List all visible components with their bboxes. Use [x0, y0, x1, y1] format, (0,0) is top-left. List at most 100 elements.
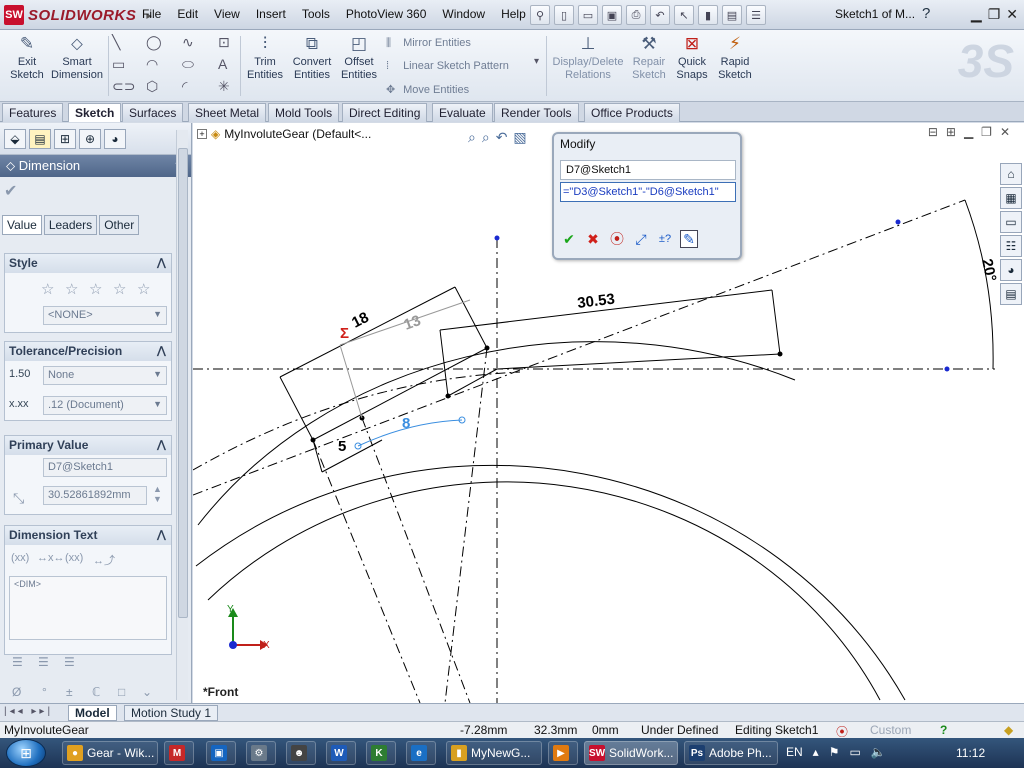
style-save-icon[interactable]: ☆: [113, 280, 126, 298]
modify-expression-input[interactable]: ="D3@Sketch1"-"D6@Sketch1": [560, 182, 736, 202]
point-icon[interactable]: ⊡: [218, 34, 230, 51]
start-button[interactable]: ⊞: [6, 739, 46, 767]
taskbar-item-chrome[interactable]: ● Gear - Wik...: [62, 741, 158, 765]
menu-file[interactable]: File: [134, 7, 169, 21]
undo-icon[interactable]: ↶: [650, 5, 670, 25]
print-icon[interactable]: ⎙: [626, 5, 646, 25]
inspection-icon[interactable]: (xx): [65, 552, 83, 564]
dimxpert-icon[interactable]: ⊕: [79, 129, 101, 149]
tab-scroll-icons[interactable]: |◂◂ ▸▸|: [4, 706, 53, 717]
diameter-symbol-icon[interactable]: Ø: [12, 685, 21, 699]
subtab-leaders[interactable]: Leaders: [43, 215, 98, 235]
tab-surfaces[interactable]: Surfaces: [122, 103, 184, 122]
align-left-icon[interactable]: ☰: [12, 655, 23, 669]
display-delete-relations-button[interactable]: ⊥ Display/Delete Relations: [552, 34, 624, 82]
zoom-area-icon[interactable]: ⌕: [482, 129, 490, 146]
more-symbols-icon[interactable]: ⌄: [142, 685, 152, 699]
mirror-entities-button[interactable]: ⫼ Mirror Entities: [386, 37, 471, 50]
tray-expand-icon[interactable]: ▴: [813, 745, 819, 759]
mark-for-drawing-icon[interactable]: ±?: [656, 230, 674, 248]
polygon-icon[interactable]: ⬡: [146, 78, 158, 95]
tile-vertical-icon[interactable]: ⊞: [946, 125, 956, 139]
arc-icon[interactable]: ◠: [146, 56, 158, 73]
dimension-text-area[interactable]: <DIM>: [9, 576, 167, 640]
circle-icon[interactable]: ◯: [146, 34, 162, 51]
tag-icon[interactable]: ◆: [1004, 723, 1013, 737]
taskbar-item-word[interactable]: W: [326, 741, 356, 765]
trim-entities-button[interactable]: ⫶ Trim Entities: [244, 34, 286, 82]
tab-office-products[interactable]: Office Products: [584, 103, 680, 122]
property-manager-icon[interactable]: ▤: [29, 129, 51, 149]
plus-minus-icon[interactable]: ±: [66, 685, 73, 699]
ok-check-icon[interactable]: ✔: [4, 181, 17, 201]
taskbar-item-media[interactable]: ▶: [548, 741, 578, 765]
taskbar-item-ie[interactable]: e: [406, 741, 436, 765]
dimension-value-field[interactable]: 30.52861892mm: [43, 486, 147, 505]
tab-mold-tools[interactable]: Mold Tools: [268, 103, 340, 122]
degree-symbol-icon[interactable]: °: [42, 685, 47, 699]
feature-tree-flyout[interactable]: + ◈ MyInvoluteGear (Default<...: [197, 127, 371, 141]
taskbar-item-app[interactable]: K: [366, 741, 396, 765]
file-explorer-icon[interactable]: ▭: [1000, 211, 1022, 233]
configuration-manager-icon[interactable]: ⊞: [54, 129, 76, 149]
center-dimension-icon[interactable]: ↔x↔: [37, 552, 65, 564]
style-add-icon[interactable]: ☆: [65, 280, 78, 298]
centerline-icon[interactable]: ✳: [218, 78, 230, 95]
scrollbar-thumb[interactable]: [178, 148, 188, 618]
tab-sketch[interactable]: Sketch: [68, 103, 122, 122]
menu-tools[interactable]: Tools: [294, 7, 338, 21]
clock[interactable]: 11:12: [956, 746, 985, 760]
spin-buttons-icon[interactable]: ▲ ▼: [153, 484, 162, 504]
offset-text-icon[interactable]: ↔⤴: [93, 552, 115, 568]
collapse-icon[interactable]: ⋀: [157, 438, 166, 451]
text-icon[interactable]: A: [218, 56, 227, 72]
taskbar-item-tool[interactable]: ⚙: [246, 741, 276, 765]
design-library-icon[interactable]: ▦: [1000, 187, 1022, 209]
style-delete-icon[interactable]: ☆: [89, 280, 102, 298]
rebuild-traffic-light-icon[interactable]: ⦿: [608, 230, 626, 248]
open-folder-icon[interactable]: ▭: [578, 5, 598, 25]
menu-window[interactable]: Window: [434, 7, 493, 21]
file-properties-icon[interactable]: ▤: [722, 5, 742, 25]
taskbar-item-gmail[interactable]: M: [164, 741, 194, 765]
cancel-x-icon[interactable]: ✖: [584, 230, 602, 248]
style-load-icon[interactable]: ☆: [137, 280, 150, 298]
tab-evaluate[interactable]: Evaluate: [432, 103, 493, 122]
collapse-icon[interactable]: ⋀: [157, 528, 166, 541]
restore-view-icon[interactable]: ❐: [981, 125, 992, 139]
move-entities-button[interactable]: ✥ Move Entities: [386, 83, 469, 96]
close-view-icon[interactable]: ✕: [1000, 125, 1010, 139]
taskbar-item-folder[interactable]: ▮ MyNewG...: [446, 741, 542, 765]
pin-icon[interactable]: ⚲: [530, 5, 550, 25]
style-select[interactable]: <NONE> ▼: [43, 306, 167, 325]
rapid-sketch-button[interactable]: ⚡ Rapid Sketch: [716, 34, 754, 82]
align-center-icon[interactable]: ☰: [38, 655, 49, 669]
primary-value-group-header[interactable]: Primary Value ⋀: [5, 436, 171, 455]
volume-icon[interactable]: 🔈: [871, 745, 886, 759]
menu-edit[interactable]: Edit: [169, 7, 206, 21]
parentheses-icon[interactable]: (xx): [11, 552, 29, 564]
dimension-text-group-header[interactable]: Dimension Text ⋀: [5, 526, 171, 545]
reverse-dimension-icon[interactable]: ⤢: [632, 230, 650, 248]
previous-view-icon[interactable]: ↶: [496, 129, 508, 146]
menu-help[interactable]: Help: [493, 7, 534, 21]
action-center-icon[interactable]: ⚑: [829, 745, 840, 759]
units-selector[interactable]: Custom: [870, 723, 911, 737]
menu-view[interactable]: View: [206, 7, 248, 21]
tab-model[interactable]: Model: [68, 705, 117, 721]
appearances-icon[interactable]: ◕: [1000, 259, 1022, 281]
tab-sheet-metal[interactable]: Sheet Metal: [188, 103, 267, 122]
language-indicator[interactable]: EN: [786, 745, 803, 759]
rebuild-icon[interactable]: ▮: [698, 5, 718, 25]
ok-check-icon[interactable]: ✔: [560, 230, 578, 248]
repair-sketch-button[interactable]: ⚒ Repair Sketch: [628, 34, 670, 82]
square-symbol-icon[interactable]: □: [118, 685, 125, 699]
network-icon[interactable]: ▭: [849, 745, 860, 759]
tile-horizontal-icon[interactable]: ⊟: [928, 125, 938, 139]
line-icon[interactable]: ╲: [112, 34, 120, 51]
smart-dimension-button[interactable]: ⬦ Smart Dimension: [50, 34, 104, 82]
edit-equation-icon[interactable]: ✎: [680, 230, 698, 248]
tab-render-tools[interactable]: Render Tools: [494, 103, 579, 122]
collapse-icon[interactable]: ⋀: [157, 344, 166, 357]
taskbar-item-photoshop[interactable]: Ps Adobe Ph...: [684, 741, 778, 765]
